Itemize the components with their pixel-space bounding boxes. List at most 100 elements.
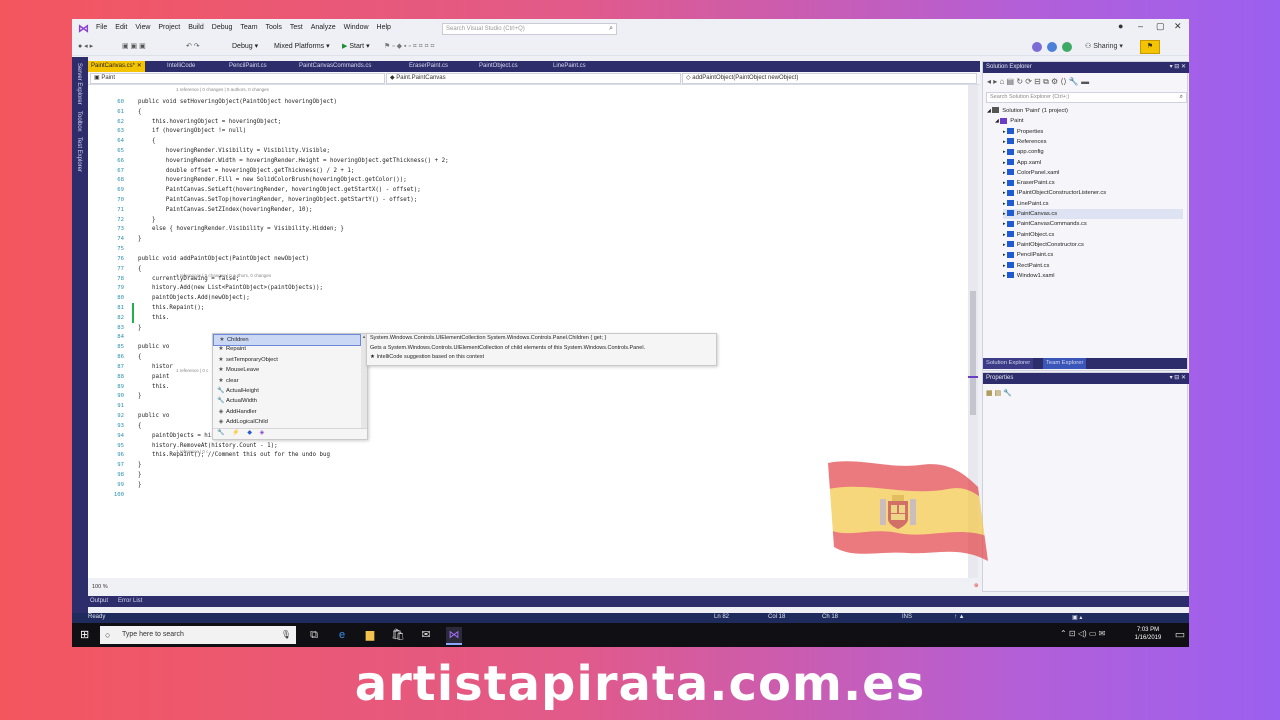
codelens[interactable]: 1 reference | 0 changes | 0 authors, 0 c… <box>176 87 269 92</box>
solution-explorer-toolbar[interactable]: ◂ ▸ ⌂ ▤ ↻ ⟳ ⊟ ⧉ ⚙ ⟨⟩ 🔧 ▬ <box>983 75 1187 89</box>
source-control-icon[interactable]: ▣ ▴ <box>1072 614 1082 621</box>
debug-tool-icons[interactable]: ⚑ ▫ ◆ ▪ ▫ ⌗ ⌗ ⌗ ⌗ <box>384 42 434 51</box>
mail-icon[interactable]: ✉ <box>418 627 434 643</box>
solution-node[interactable]: ▸ LinePaint.cs <box>1003 199 1183 209</box>
close-icon[interactable]: ✕ <box>1174 21 1182 32</box>
toolbar-icons[interactable]: ◂ ▸ ⌂ ▤ ↻ ⟳ ⊟ ⧉ ⚙ ⟨⟩ 🔧 ▬ <box>987 77 1089 87</box>
line-number: 86 <box>117 354 124 361</box>
account-icon[interactable] <box>1032 42 1042 52</box>
scrollbar-thumb[interactable] <box>970 291 976 415</box>
panel-window-icons[interactable]: ▾ ⊟ ✕ <box>1170 62 1186 73</box>
solution-node[interactable]: ▸ PaintObject.cs <box>1003 230 1183 240</box>
system-tray-icons[interactable]: ⌃ ⊡ ◁) ▭ ✉ <box>1060 629 1105 638</box>
windows-start-icon[interactable]: ⊞ <box>80 629 92 641</box>
tab-linepaint[interactable]: LinePaint.cs <box>550 61 589 72</box>
solution-node[interactable]: ▸ RectPaint.cs <box>1003 261 1183 271</box>
panel-window-icons[interactable]: ▾ ⊟ ✕ <box>1170 373 1186 384</box>
menu-item-edit[interactable]: Edit <box>115 24 127 31</box>
status-char: Ch 18 <box>822 614 839 620</box>
tab-eraserpaint[interactable]: EraserPaint.cs <box>406 61 451 72</box>
solution-node[interactable]: ▸ Window1.xaml <box>1003 271 1183 281</box>
zoom-level[interactable]: 100 % <box>92 584 108 590</box>
feedback-icon[interactable]: ⚑ <box>1140 40 1160 54</box>
menu-item-file[interactable]: File <box>96 24 107 31</box>
menu-item-tools[interactable]: Tools <box>266 24 282 31</box>
menu-item-team[interactable]: Team <box>240 24 257 31</box>
tab-paintcanvascommands[interactable]: PaintCanvasCommands.cs <box>296 61 374 72</box>
platform-dropdown[interactable]: Mixed Platforms ▾ <box>274 42 330 50</box>
status-icon[interactable] <box>1062 42 1072 52</box>
sharing-button[interactable]: ⚇ Sharing ▾ <box>1085 42 1123 50</box>
maximize-icon[interactable]: ▢ <box>1156 21 1165 32</box>
solution-node[interactable]: ▸ PencilPaint.cs <box>1003 250 1183 260</box>
intellisense-filters[interactable]: 🔧 ⚡ ◆ ◈ <box>213 428 367 440</box>
solution-node[interactable]: ▸ PaintCanvasCommands.cs <box>1003 219 1183 229</box>
output-tab[interactable]: Output <box>90 598 108 604</box>
solution-search-input[interactable]: Search Solution Explorer (Ctrl+;) ⌕ <box>986 92 1187 103</box>
publish-icon[interactable]: ↑ ▲ <box>954 614 965 620</box>
notification-icon[interactable]: ● <box>1118 21 1123 31</box>
solution-node[interactable]: ▸ References <box>1003 137 1183 147</box>
solution-node[interactable]: ▸ EraserPaint.cs <box>1003 178 1183 188</box>
tab-pencilpaint[interactable]: PencilPaint.cs <box>226 61 270 72</box>
tab-intellicode[interactable]: IntelliCode <box>164 61 198 72</box>
tab-paintobject[interactable]: PaintObject.cs <box>476 61 521 72</box>
task-view-icon[interactable]: ⧉ <box>306 627 322 643</box>
store-icon[interactable]: 🛍 <box>390 627 406 643</box>
solution-node[interactable]: ◢ Solution 'Paint' (1 project) <box>987 106 1183 116</box>
member-dropdown[interactable]: ◇ addPaintObject(PaintObject newObject) <box>682 73 977 84</box>
menu-item-view[interactable]: View <box>135 24 150 31</box>
menu-item-test[interactable]: Test <box>290 24 303 31</box>
tab-team-explorer[interactable]: Team Explorer <box>1043 358 1087 369</box>
solution-node[interactable]: ▸ app.config <box>1003 147 1183 157</box>
menu-item-help[interactable]: Help <box>377 24 391 31</box>
back-forward-icon[interactable]: ● ◂ ▸ <box>78 42 93 50</box>
edge-browser-icon[interactable]: e <box>334 627 350 643</box>
solution-node[interactable]: ▸ App.xaml <box>1003 158 1183 168</box>
class-icon[interactable]: ◆ <box>247 430 252 436</box>
solution-node[interactable]: ▸ PaintObjectConstructor.cs <box>1003 240 1183 250</box>
class-dropdown[interactable]: ◆ Paint.PaintCanvas <box>386 73 681 84</box>
intellisense-item[interactable]: ◈ AddLogicalChild <box>213 417 361 429</box>
tab-paintcanvas[interactable]: PaintCanvas.cs* ✕ <box>88 61 145 72</box>
solution-node[interactable]: ▸ Properties <box>1003 127 1183 137</box>
file-explorer-icon[interactable]: ▆ <box>362 627 378 643</box>
error-indicator-icon[interactable]: ⊗ <box>974 583 979 589</box>
menu-item-debug[interactable]: Debug <box>212 24 233 31</box>
solution-node[interactable]: ▸ PaintCanvas.cs <box>1003 209 1183 219</box>
microphone-icon[interactable]: 🎙 <box>281 626 291 644</box>
menu-item-analyze[interactable]: Analyze <box>311 24 336 31</box>
code-text: PaintCanvas.SetZIndex(hoveringRender, 10… <box>138 206 313 213</box>
undo-icon[interactable]: ↶ ↷ <box>186 42 200 50</box>
save-icons[interactable]: ▣ ▣ ▣ <box>122 42 146 50</box>
test-explorer-tab[interactable]: Test Explorer <box>76 137 82 172</box>
file-icon <box>1006 220 1014 227</box>
method-icon[interactable]: ◈ <box>260 430 265 436</box>
event-icon[interactable]: ⚡ <box>232 430 239 436</box>
solution-node[interactable]: ◢ Paint <box>995 116 1183 126</box>
configuration-dropdown[interactable]: Debug ▾ <box>232 42 258 50</box>
server-explorer-tab[interactable]: Server Explorer <box>76 63 82 105</box>
menu-item-project[interactable]: Project <box>158 24 180 31</box>
taskbar-clock[interactable]: 7:03 PM 1/16/2019 <box>1126 626 1170 642</box>
properties-toolbar-icons[interactable]: ▦ ▤ 🔧 <box>986 389 1012 397</box>
menu-item-build[interactable]: Build <box>188 24 204 31</box>
taskbar-search[interactable]: ○ Type here to search 🎙 <box>100 626 296 644</box>
code-text: this. <box>138 383 170 390</box>
project-dropdown[interactable]: ▣ Paint <box>90 73 385 84</box>
tooltip-intellicode-note: ★ IntelliCode suggestion based on this c… <box>370 354 485 360</box>
visual-studio-taskbar-icon[interactable]: ⋈ <box>446 627 462 645</box>
minimize-icon[interactable]: – <box>1138 21 1143 31</box>
live-share-icon[interactable] <box>1047 42 1057 52</box>
toolbox-tab[interactable]: Toolbox <box>76 111 82 132</box>
start-button[interactable]: ▶ Start ▾ <box>342 42 370 50</box>
code-text: hoveringRender.Fill = new SolidColorBrus… <box>138 177 407 184</box>
quick-launch-search[interactable]: Search Visual Studio (Ctrl+Q) ⌕ <box>442 23 617 35</box>
wrench-icon[interactable]: 🔧 <box>217 430 224 436</box>
error-list-tab[interactable]: Error List <box>118 598 142 604</box>
action-center-icon[interactable]: ▭ <box>1172 627 1188 643</box>
solution-node[interactable]: ▸ ColorPanel.xaml <box>1003 168 1183 178</box>
tab-solution-explorer[interactable]: Solution Explorer <box>983 358 1034 369</box>
solution-node[interactable]: ▸ IPaintObjectConstructorListener.cs <box>1003 188 1183 198</box>
menu-item-window[interactable]: Window <box>344 24 369 31</box>
